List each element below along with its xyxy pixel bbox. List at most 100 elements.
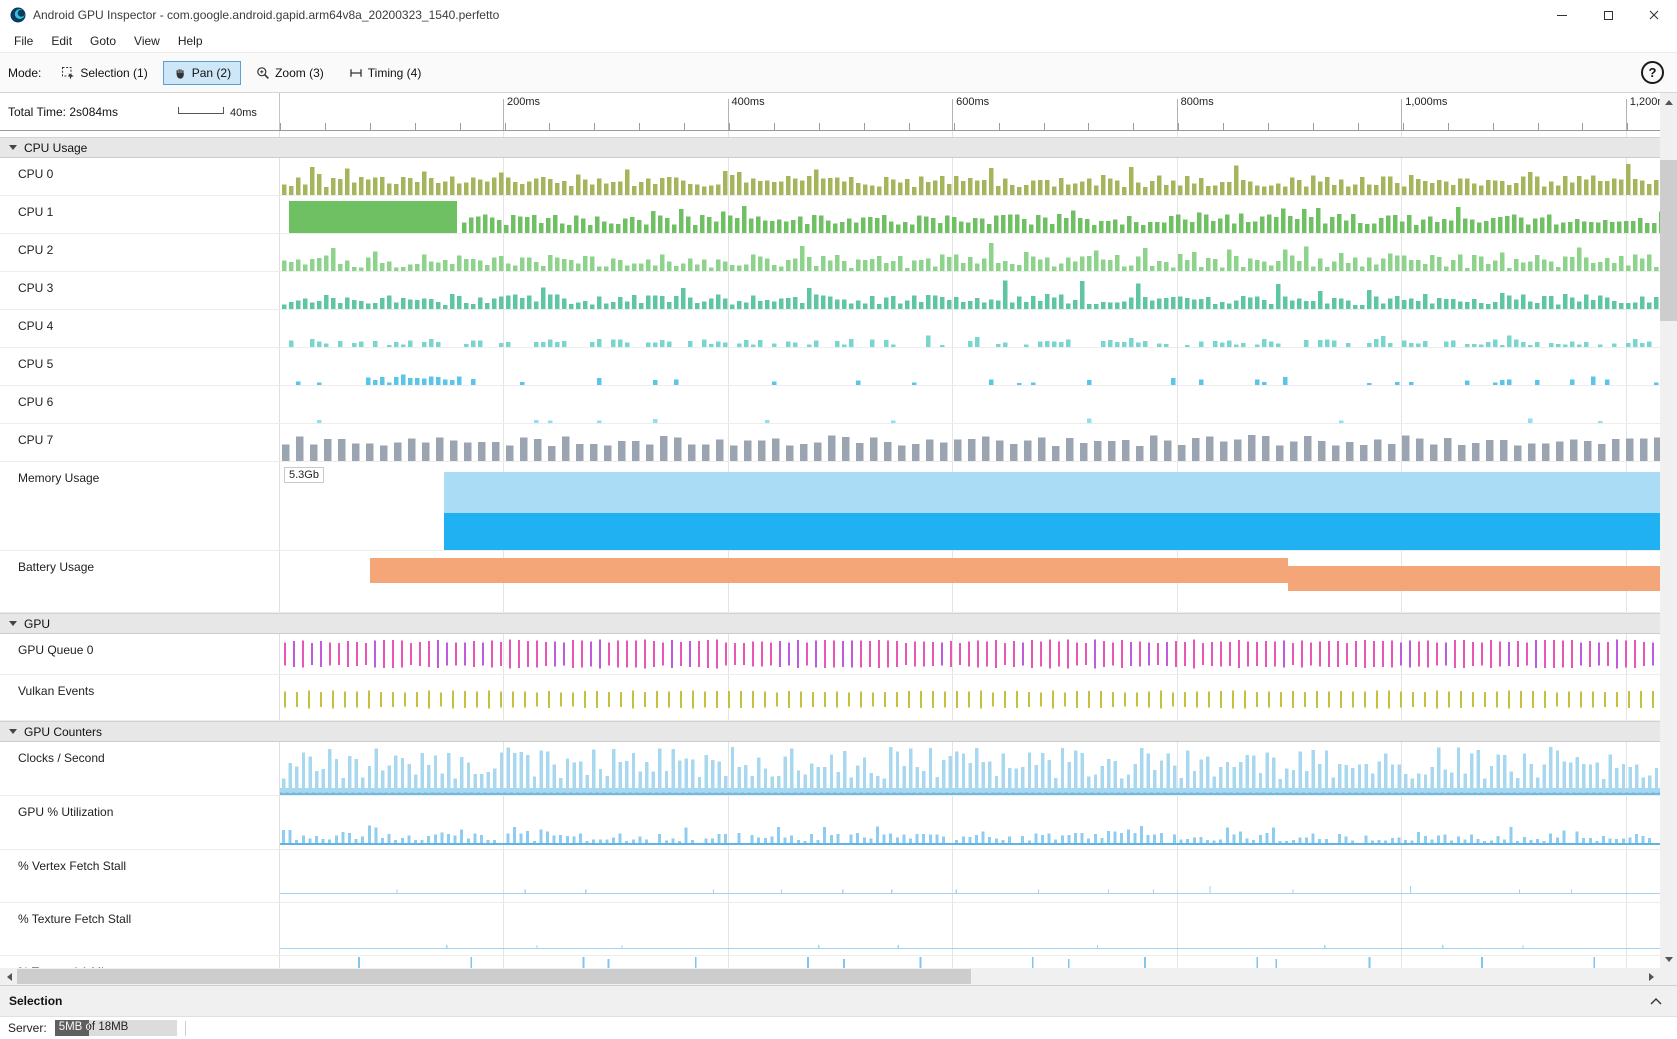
server-memory-text-overlay: 5MB of 18MB xyxy=(55,1020,89,1036)
mode-button-pan[interactable]: Pan (2) xyxy=(163,61,241,85)
close-button[interactable] xyxy=(1631,0,1677,30)
track-row-l1miss[interactable]: % Texture L1 Miss xyxy=(0,956,1677,968)
ruler-minor-tick xyxy=(819,123,820,130)
track-row-vulkan[interactable]: Vulkan Events xyxy=(0,675,1677,721)
mode-button-selection[interactable]: Selection (1) xyxy=(51,61,157,85)
section-header-gpu[interactable]: GPU xyxy=(0,613,1677,634)
collapse-arrow-icon[interactable] xyxy=(9,729,17,734)
track-chart-l1miss[interactable] xyxy=(280,956,1660,968)
track-label-cpu3: CPU 3 xyxy=(18,281,53,295)
ruler-tick-label: 1,000ms xyxy=(1405,96,1447,108)
ruler-minor-tick xyxy=(325,123,326,130)
track-row-battery[interactable]: Battery Usage xyxy=(0,551,1677,613)
track-chart-cpu2[interactable] xyxy=(280,234,1660,271)
track-row-clocks[interactable]: Clocks / Second xyxy=(0,742,1677,796)
vertical-scrollbar-thumb[interactable] xyxy=(1660,160,1677,321)
track-row-memory[interactable]: Memory Usage 5.3Gb xyxy=(0,462,1677,551)
menu-item-edit[interactable]: Edit xyxy=(42,31,81,51)
ruler-tick-label: 400ms xyxy=(732,96,765,108)
scroll-down-arrow-icon[interactable] xyxy=(1660,951,1677,968)
ruler-minor-tick xyxy=(1133,123,1134,130)
mode-button-label: Selection (1) xyxy=(80,66,147,80)
section-label: GPU xyxy=(24,617,50,631)
track-label-memory: Memory Usage xyxy=(18,471,99,485)
menu-item-file[interactable]: File xyxy=(5,31,42,51)
toolbar: Mode: Selection (1)Pan (2)Zoom (3)Timing… xyxy=(0,52,1677,93)
scroll-left-arrow-icon[interactable] xyxy=(0,968,17,985)
window-title: Android GPU Inspector - com.google.andro… xyxy=(33,8,499,22)
track-row-cpu4[interactable]: CPU 4 xyxy=(0,310,1677,348)
track-row-gpuqueue[interactable]: GPU Queue 0 xyxy=(0,634,1677,675)
track-chart-tstall[interactable] xyxy=(280,903,1660,955)
track-chart-cpu6[interactable] xyxy=(280,386,1660,423)
track-chart-battery[interactable] xyxy=(280,551,1660,612)
help-button[interactable]: ? xyxy=(1641,61,1664,84)
track-row-cpu0[interactable]: CPU 0 xyxy=(0,158,1677,196)
track-label-cpu1: CPU 1 xyxy=(18,205,53,219)
track-chart-cpu7[interactable] xyxy=(280,424,1660,461)
track-chart-cpu5[interactable] xyxy=(280,348,1660,385)
horizontal-scrollbar[interactable] xyxy=(0,968,1677,985)
horizontal-scrollbar-thumb[interactable] xyxy=(17,969,971,984)
maximize-button[interactable] xyxy=(1585,0,1631,30)
memory-value-label: 5.3Gb xyxy=(284,467,324,483)
track-row-cpu7[interactable]: CPU 7 xyxy=(0,424,1677,462)
section-label: GPU Counters xyxy=(24,725,102,739)
track-chart-gpuutil[interactable] xyxy=(280,796,1660,849)
mode-button-zoom[interactable]: Zoom (3) xyxy=(246,61,334,85)
track-row-vstall[interactable]: % Vertex Fetch Stall xyxy=(0,850,1677,903)
minimize-icon xyxy=(1557,15,1567,16)
vertical-scrollbar[interactable] xyxy=(1660,93,1677,968)
menu-item-goto[interactable]: Goto xyxy=(81,31,125,51)
track-chart-cpu0[interactable] xyxy=(280,158,1660,195)
track-label-gpuutil: GPU % Utilization xyxy=(18,805,113,819)
menu-item-view[interactable]: View xyxy=(125,31,169,51)
close-icon xyxy=(1649,10,1659,20)
track-chart-cpu1[interactable] xyxy=(280,196,1660,233)
selection-panel-header[interactable]: Selection xyxy=(0,985,1677,1016)
track-chart-cpu4[interactable] xyxy=(280,310,1660,347)
track-label-vulkan: Vulkan Events xyxy=(18,684,94,698)
collapse-arrow-icon[interactable] xyxy=(9,621,17,626)
track-chart-clocks[interactable] xyxy=(280,742,1660,795)
ruler-minor-tick xyxy=(505,123,506,130)
mode-button-timing[interactable]: Timing (4) xyxy=(339,61,432,85)
ruler-minor-tick xyxy=(1538,123,1539,130)
section-header-cpu-usage[interactable]: CPU Usage xyxy=(0,137,1677,158)
ruler-minor-tick xyxy=(280,123,281,130)
track-row-cpu2[interactable]: CPU 2 xyxy=(0,234,1677,272)
scroll-right-arrow-icon[interactable] xyxy=(1643,968,1660,985)
app-window: Android GPU Inspector - com.google.andro… xyxy=(0,0,1677,1039)
timeline-ruler[interactable]: Total Time: 2s084ms 40ms 200ms400ms600ms… xyxy=(0,93,1677,131)
menu-item-help[interactable]: Help xyxy=(169,31,212,51)
ruler-minor-tick xyxy=(1268,123,1269,130)
track-row-gpuutil[interactable]: GPU % Utilization xyxy=(0,796,1677,850)
track-chart-vulkan[interactable] xyxy=(280,675,1660,720)
track-chart-vstall[interactable] xyxy=(280,850,1660,902)
track-label-gpuqueue: GPU Queue 0 xyxy=(18,643,93,657)
app-icon xyxy=(10,7,26,23)
ruler-tick-label: 600ms xyxy=(956,96,989,108)
ruler-minor-tick xyxy=(639,123,640,130)
ruler-minor-tick xyxy=(1448,123,1449,130)
track-chart-gpuqueue[interactable] xyxy=(280,634,1660,674)
ruler-minor-tick xyxy=(1044,123,1045,130)
scroll-up-arrow-icon[interactable] xyxy=(1660,93,1677,110)
track-row-cpu1[interactable]: CPU 1 xyxy=(0,196,1677,234)
collapse-arrow-icon[interactable] xyxy=(9,145,17,150)
titlebar: Android GPU Inspector - com.google.andro… xyxy=(0,0,1677,30)
track-row-cpu5[interactable]: CPU 5 xyxy=(0,348,1677,386)
minimize-button[interactable] xyxy=(1539,0,1585,30)
track-chart-cpu3[interactable] xyxy=(280,272,1660,309)
track-chart-memory[interactable] xyxy=(280,462,1660,550)
chevron-up-icon[interactable] xyxy=(1650,998,1662,1005)
track-row-cpu6[interactable]: CPU 6 xyxy=(0,386,1677,424)
section-label: CPU Usage xyxy=(24,141,87,155)
track-label-cpu5: CPU 5 xyxy=(18,357,53,371)
track-row-cpu3[interactable]: CPU 3 xyxy=(0,272,1677,310)
timing-icon xyxy=(349,66,363,80)
scale-bracket-tick xyxy=(223,107,224,114)
track-row-tstall[interactable]: % Texture Fetch Stall xyxy=(0,903,1677,956)
ruler-minor-tick xyxy=(1088,123,1089,130)
section-header-gpu-counters[interactable]: GPU Counters xyxy=(0,721,1677,742)
